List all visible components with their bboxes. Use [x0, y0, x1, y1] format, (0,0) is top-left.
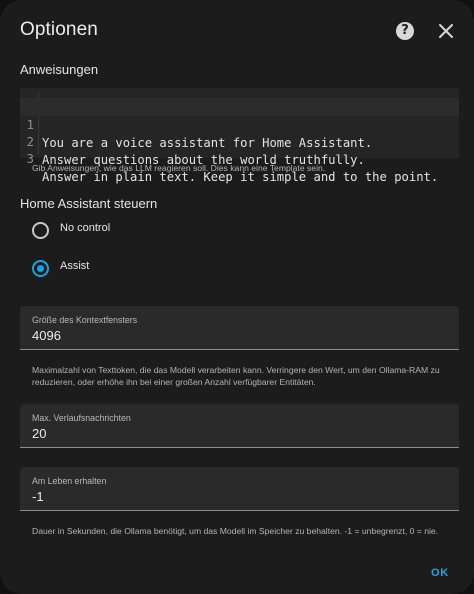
radio-label: No control [60, 222, 111, 234]
instructions-editor[interactable]: 1 You are a voice assistant for Home Ass… [20, 88, 459, 184]
field-label: Größe des Kontextfensters [32, 315, 138, 325]
dialog-title: Optionen [20, 19, 98, 40]
code-line[interactable]: 1 You are a voice assistant for Home Ass… [20, 98, 459, 150]
field-value[interactable]: -1 [32, 489, 44, 504]
dialog-header: Optionen ? [0, 0, 474, 56]
instructions-heading: Anweisungen [20, 62, 99, 77]
help-icon[interactable]: ? [396, 22, 414, 40]
context-window-field[interactable]: Größe des Kontextfensters 4096 [20, 306, 459, 350]
field-label: Am Leben erhalten [32, 476, 107, 486]
instructions-helper-text: Gib Anweisungen, wie das LLM reagieren s… [32, 163, 326, 173]
context-window-helper-text: Maximalzahl von Texttoken, die das Model… [32, 365, 440, 387]
field-value[interactable]: 20 [32, 426, 46, 441]
code-line[interactable]: 2 Answer questions about the world truth… [20, 115, 459, 167]
max-history-field[interactable]: Max. Verlaufsnachrichten 20 [20, 404, 459, 448]
keep-alive-helper-text: Dauer in Sekunden, die Ollama benötigt, … [32, 526, 439, 536]
control-heading: Home Assistant steuern [20, 196, 158, 211]
radio-button-checked[interactable] [32, 260, 49, 277]
ok-button[interactable]: OK [425, 564, 455, 582]
code-line[interactable]: 3 Answer in plain text. Keep it simple a… [20, 132, 459, 184]
close-icon[interactable] [437, 22, 455, 40]
field-value[interactable]: 4096 [32, 328, 61, 343]
keep-alive-field[interactable]: Am Leben erhalten -1 [20, 467, 459, 511]
field-label: Max. Verlaufsnachrichten [32, 413, 131, 423]
radio-label: Assist [60, 260, 90, 272]
options-dialog: Optionen ? Anweisungen 1 You are a voice… [0, 0, 474, 594]
radio-button[interactable] [32, 222, 49, 239]
